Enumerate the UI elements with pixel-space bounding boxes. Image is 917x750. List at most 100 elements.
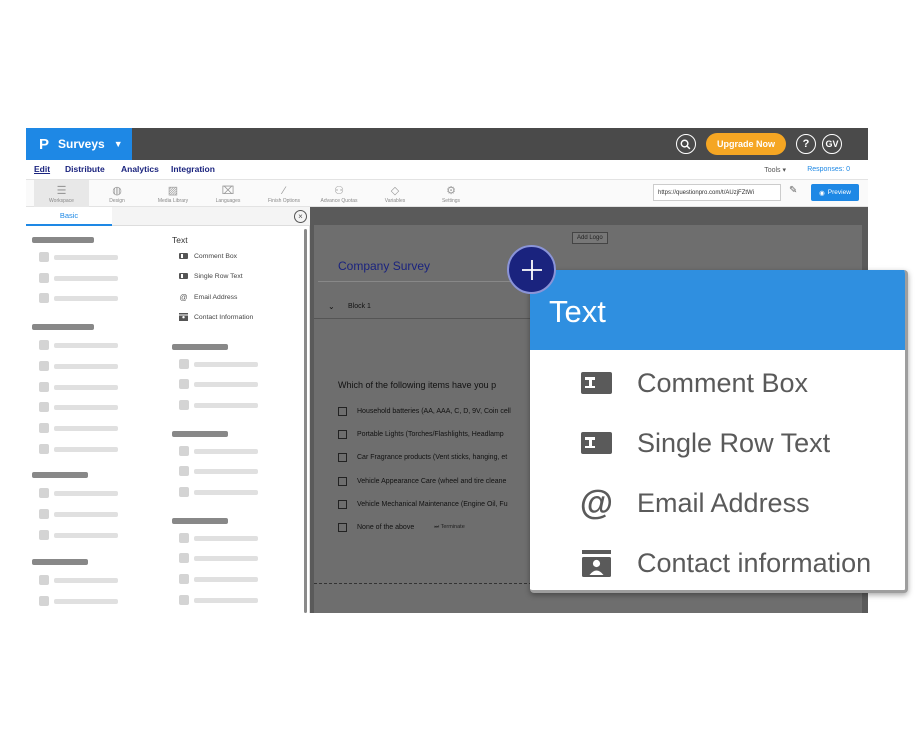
checkbox[interactable] — [338, 499, 347, 509]
placeholder-icon — [39, 444, 49, 454]
item-contact-information[interactable]: Contact Information — [179, 311, 253, 323]
item-single-row-text[interactable]: Single Row Text — [179, 270, 243, 282]
single-row-text-icon — [581, 431, 612, 455]
at-sign-icon: @ — [179, 292, 188, 302]
option-label: Portable Lights (Torches/Flashlights, He… — [357, 430, 504, 438]
skip-icon: ⏭ — [434, 523, 440, 530]
placeholder-icon — [39, 252, 49, 262]
popup-item-email-address[interactable]: @ Email Address — [530, 473, 905, 533]
item-comment-box[interactable]: Comment Box — [179, 250, 237, 262]
nav-analytics[interactable]: Analytics — [121, 164, 159, 174]
placeholder-line — [194, 490, 258, 495]
checkbox[interactable] — [338, 476, 347, 486]
tools-menu[interactable]: Tools ▾ — [764, 166, 786, 174]
tool-settings[interactable]: ⚙ Settings — [426, 180, 476, 207]
answer-option[interactable]: Vehicle Mechanical Maintenance (Engine O… — [338, 498, 508, 510]
checkbox[interactable] — [338, 522, 347, 532]
search-icon[interactable] — [675, 134, 696, 154]
placeholder-heading — [32, 324, 94, 330]
popup-item-comment-box[interactable]: Comment Box — [530, 353, 905, 413]
placeholder-icon — [179, 359, 189, 369]
text-question-popup: Text Comment Box Single Row Text @ Email… — [530, 270, 908, 593]
placeholder-icon — [39, 361, 49, 371]
answer-option[interactable]: Household batteries (AA, AAA, C, D, 9V, … — [338, 405, 511, 417]
placeholder-line — [194, 577, 258, 582]
add-question-plus-icon[interactable] — [507, 245, 556, 294]
placeholder-heading — [32, 237, 94, 243]
palette-icon: ◍ — [112, 185, 122, 197]
tool-languages[interactable]: ⌧ Languages — [203, 180, 253, 207]
caret-down-icon: ▾ — [782, 167, 786, 174]
tool-variables[interactable]: ◇ Variables — [370, 180, 420, 207]
placeholder-heading — [172, 344, 228, 350]
eye-icon: ◉ — [819, 189, 825, 197]
placeholder-icon — [39, 509, 49, 519]
tools-label: Tools — [764, 167, 781, 174]
product-switcher[interactable]: P Surveys ▼ — [26, 128, 132, 160]
placeholder-line — [194, 469, 258, 474]
nav-distribute[interactable]: Distribute — [65, 164, 105, 174]
quota-icon: ⚇ — [334, 185, 344, 197]
placeholder-icon — [179, 487, 189, 497]
item-label: Email Address — [194, 293, 238, 301]
tab-basic[interactable]: Basic — [26, 207, 112, 226]
responses-count[interactable]: Responses: 0 — [807, 166, 850, 173]
placeholder-line — [54, 512, 118, 517]
question-text[interactable]: Which of the following items have you p — [338, 380, 496, 390]
placeholder-line — [194, 556, 258, 561]
popup-item-contact-information[interactable]: Contact information — [530, 533, 905, 590]
close-icon[interactable]: × — [294, 210, 307, 223]
checkbox[interactable] — [338, 452, 347, 462]
option-label: None of the above — [357, 523, 415, 531]
single-row-text-icon — [179, 273, 188, 280]
placeholder-icon — [179, 595, 189, 605]
tool-advance-quotas[interactable]: ⚇ Advance Quotas — [314, 180, 364, 207]
tool-design[interactable]: ◍ Design — [92, 180, 142, 207]
help-icon[interactable]: ? — [796, 134, 816, 154]
popup-item-label: Comment Box — [637, 367, 809, 398]
survey-title[interactable]: Company Survey — [338, 259, 430, 273]
placeholder-icon — [39, 402, 49, 412]
option-label: Vehicle Mechanical Maintenance (Engine O… — [357, 500, 508, 508]
collapse-icon[interactable]: ⌄ — [328, 302, 335, 311]
tag-icon: ◇ — [390, 185, 400, 197]
answer-option[interactable]: None of the above ⏭ Terminate — [338, 521, 465, 533]
tool-label: Workspace — [49, 198, 74, 204]
image-icon: ▨ — [167, 185, 179, 197]
placeholder-line — [54, 343, 118, 348]
answer-option[interactable]: Car Fragrance products (Vent sticks, han… — [338, 451, 507, 463]
checkbox[interactable] — [338, 429, 347, 439]
placeholder-icon — [179, 466, 189, 476]
answer-option[interactable]: Vehicle Appearance Care (wheel and tire … — [338, 475, 506, 487]
add-logo-button[interactable]: Add Logo — [572, 232, 608, 244]
answer-option[interactable]: Portable Lights (Torches/Flashlights, He… — [338, 428, 504, 440]
tool-workspace[interactable]: ☰ Workspace — [34, 180, 89, 207]
terminate-tag[interactable]: ⏭ Terminate — [434, 524, 465, 531]
tool-media-library[interactable]: ▨ Media Library — [148, 180, 198, 207]
item-label: Contact Information — [194, 313, 254, 321]
upgrade-now-button[interactable]: Upgrade Now — [705, 133, 786, 155]
placeholder-heading — [172, 431, 228, 437]
tool-finish-options[interactable]: ⁄ Finish Options — [259, 180, 309, 207]
placeholder-icon — [39, 575, 49, 585]
main-nav: Edit Distribute Analytics Integration To… — [26, 160, 868, 180]
item-email-address[interactable]: @ Email Address — [179, 291, 237, 303]
placeholder-heading — [32, 472, 88, 478]
nav-edit[interactable]: Edit — [34, 164, 50, 174]
popup-title: Text — [530, 270, 905, 350]
placeholder-icon — [39, 273, 49, 283]
preview-button[interactable]: ◉ Preview — [811, 184, 859, 201]
placeholder-icon — [39, 423, 49, 433]
checkbox[interactable] — [338, 406, 347, 416]
survey-url-field[interactable]: https://questionpro.com/t/AUzjFZtWi — [653, 184, 781, 201]
user-avatar[interactable]: GV — [822, 134, 842, 154]
nav-integration[interactable]: Integration — [171, 164, 215, 174]
placeholder-line — [194, 403, 258, 408]
translate-icon: ⌧ — [221, 185, 235, 197]
pencil-icon[interactable]: ✎ — [789, 185, 797, 196]
placeholder-line — [54, 405, 118, 410]
tool-label: Variables — [384, 198, 406, 204]
popup-item-single-row-text[interactable]: Single Row Text — [530, 413, 905, 473]
panel-scrollbar[interactable] — [304, 229, 307, 613]
placeholder-icon — [179, 553, 189, 563]
